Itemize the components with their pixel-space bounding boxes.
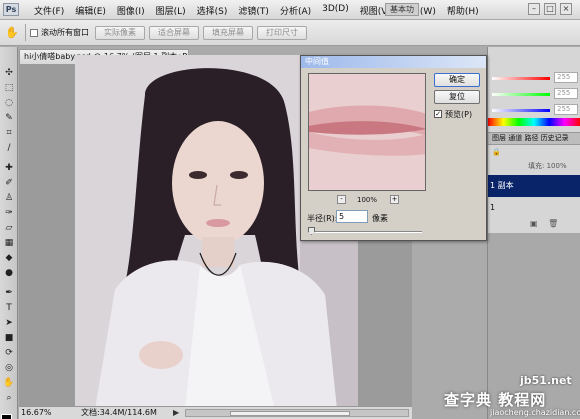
scroll-all-windows-checkbox[interactable] [30, 29, 38, 37]
reset-button[interactable]: 复位 [434, 90, 480, 104]
radius-unit: 像素 [372, 214, 388, 223]
lasso-tool-icon[interactable]: ◌ [2, 97, 16, 109]
zoom-in-button[interactable]: + [390, 195, 399, 204]
lock-icon[interactable]: 🔒 [492, 148, 501, 156]
radius-slider[interactable] [309, 231, 422, 233]
layer-name: 1 副本 [490, 181, 514, 190]
brush-tool-icon[interactable]: ✐ [2, 177, 16, 189]
healing-brush-tool-icon[interactable]: ✚ [2, 162, 16, 174]
radius-input[interactable]: 5 [336, 210, 368, 223]
zoom-level[interactable]: 16.67% [21, 407, 52, 419]
radius-label: 半径(R): [307, 214, 338, 223]
document-size-info: 文档:34.4M/114.6M [81, 408, 157, 417]
ok-button[interactable]: 确定 [434, 73, 480, 87]
path-select-tool-icon[interactable]: ➤ [2, 317, 16, 329]
layer-row-selected[interactable]: 1 副本 [488, 175, 580, 197]
menu-3d[interactable]: 3D(D) [322, 4, 349, 17]
menu-select[interactable]: 选择(S) [197, 4, 228, 17]
menu-edit[interactable]: 编辑(E) [75, 4, 106, 17]
preview-checkbox[interactable]: ✓ [434, 110, 442, 118]
maximize-icon[interactable]: □ [544, 3, 556, 15]
fill-row: 填充: 100% [488, 160, 580, 174]
color-slider-row: 255 [488, 88, 580, 100]
pen-tool-icon[interactable]: ✒ [2, 287, 16, 299]
trash-icon[interactable]: 🗑 [548, 219, 562, 228]
close-icon[interactable]: × [560, 3, 572, 15]
preview-label: 预览(P) [445, 110, 473, 119]
preview-zoom-percent: 100% [357, 196, 378, 204]
layer-row[interactable]: 1 [488, 197, 580, 219]
color-slider-row: 255 [488, 104, 580, 116]
minimize-icon[interactable]: – [528, 3, 540, 15]
menu-layer[interactable]: 图层(L) [156, 4, 186, 17]
green-slider[interactable] [492, 93, 550, 96]
radius-slider-thumb[interactable] [308, 227, 315, 235]
watermark: jb51.net 查字典 教程网 jiaocheng.chazidian.com [440, 370, 580, 419]
gradient-tool-icon[interactable]: ▦ [2, 237, 16, 249]
color-ramp[interactable] [488, 118, 580, 126]
actual-pixels-button[interactable]: 实际像素 [95, 26, 145, 40]
blue-slider[interactable] [492, 109, 550, 112]
photoshop-logo: Ps [3, 3, 19, 16]
status-menu-arrow-icon[interactable]: ▶ [173, 407, 179, 419]
window-controls: – □ × [528, 3, 572, 15]
layer-name: 1 [490, 203, 496, 212]
type-tool-icon[interactable]: T [2, 302, 16, 314]
quick-select-tool-icon[interactable]: ✎ [2, 112, 16, 124]
hand-tool-icon[interactable]: ✋ [2, 377, 16, 389]
eyedropper-tool-icon[interactable]: ∕ [2, 142, 16, 154]
color-slider-row: 255 [488, 72, 580, 84]
history-brush-tool-icon[interactable]: ✑ [2, 207, 16, 219]
print-size-button[interactable]: 打印尺寸 [257, 26, 307, 40]
status-bar: 16.67% 文档:34.4M/114.6M ▶ [19, 406, 412, 419]
watermark-site: jb51.net [520, 374, 572, 387]
red-slider[interactable] [492, 77, 550, 80]
options-divider [25, 24, 26, 41]
workspace-button[interactable]: 基本功 [385, 3, 419, 16]
blue-value[interactable]: 255 [554, 104, 578, 115]
horizontal-scrollbar[interactable] [185, 409, 409, 417]
median-dialog: 中间值 - 100% + 确定 复位 ✓ 预览(P) 半径(R): 5 像素 [300, 55, 487, 241]
zoom-tool-icon[interactable]: ⌕ [2, 392, 16, 404]
layer-panel-icons: ▣ 🗑 [530, 219, 562, 228]
menu-bar: Ps 文件(F) 编辑(E) 图像(I) 图层(L) 选择(S) 滤镜(T) 分… [0, 0, 580, 20]
dialog-title[interactable]: 中间值 [301, 56, 486, 68]
layers-panel-tabs[interactable]: 图层 通道 路径 历史记录 [488, 132, 580, 145]
marquee-tool-icon[interactable]: ⬚ [2, 82, 16, 94]
eraser-tool-icon[interactable]: ▱ [2, 222, 16, 234]
blur-tool-icon[interactable]: ◆ [2, 252, 16, 264]
tools-panel: ✣ ⬚ ◌ ✎ ⌗ ∕ ✚ ✐ ♙ ✑ ▱ ▦ ◆ ● ✒ T ➤ ■ ⟳ ◎ … [0, 47, 18, 419]
fill-label: 填充: [528, 162, 545, 170]
options-bar: ✋ 滚动所有窗口 实际像素 适合屏幕 填充屏幕 打印尺寸 [0, 20, 580, 46]
menu-analysis[interactable]: 分析(A) [280, 4, 311, 17]
fill-value[interactable]: 100% [547, 162, 567, 170]
watermark-url: jiaocheng.chazidian.com [490, 408, 580, 417]
scroll-all-windows-label: 滚动所有窗口 [41, 28, 89, 37]
filter-preview[interactable] [308, 73, 426, 191]
crop-tool-icon[interactable]: ⌗ [2, 127, 16, 139]
new-layer-icon[interactable]: ▣ [530, 219, 542, 228]
zoom-out-button[interactable]: - [337, 195, 346, 204]
menu-help[interactable]: 帮助(H) [447, 4, 479, 17]
preview-zoom-row: - 100% + [337, 195, 399, 205]
dodge-tool-icon[interactable]: ● [2, 267, 16, 279]
watermark-cn: 查字典 教程网 [444, 391, 547, 409]
fill-screen-button[interactable]: 填充屏幕 [203, 26, 253, 40]
scrollbar-thumb[interactable] [230, 411, 350, 416]
shape-tool-icon[interactable]: ■ [2, 332, 16, 344]
blend-mode-row: 🔒 [488, 146, 580, 160]
hand-icon[interactable]: ✋ [4, 25, 20, 40]
green-value[interactable]: 255 [554, 88, 578, 99]
move-tool-icon[interactable]: ✣ [2, 67, 16, 79]
3d-orbit-tool-icon[interactable]: ◎ [2, 362, 16, 374]
fit-screen-button[interactable]: 适合屏幕 [149, 26, 199, 40]
right-panel: 255 255 255 图层 通道 路径 历史记录 🔒 填充: 100% 1 副… [487, 47, 580, 419]
3d-rotate-tool-icon[interactable]: ⟳ [2, 347, 16, 359]
menu-filter[interactable]: 滤镜(T) [238, 4, 269, 17]
lips-preview-illustration [309, 74, 425, 190]
menu-image[interactable]: 图像(I) [117, 4, 145, 17]
clone-stamp-tool-icon[interactable]: ♙ [2, 192, 16, 204]
menu-file[interactable]: 文件(F) [34, 4, 64, 17]
red-value[interactable]: 255 [554, 72, 578, 83]
